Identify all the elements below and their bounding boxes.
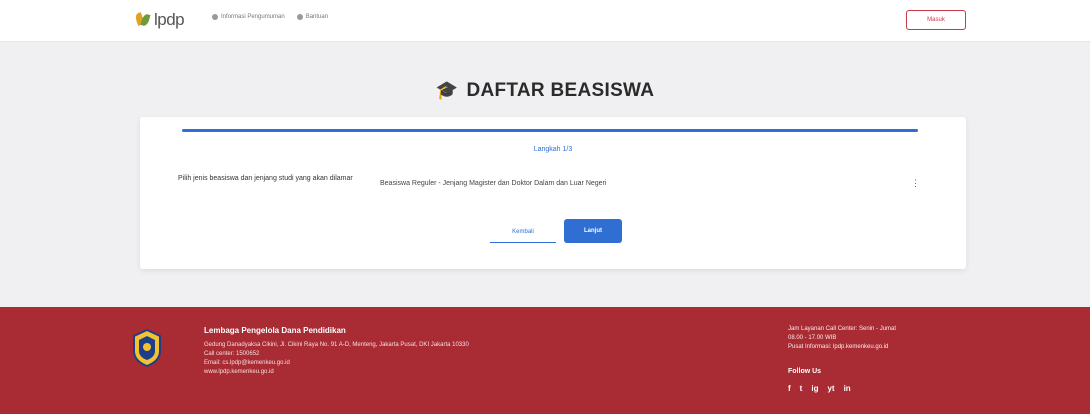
follow-us-label: Follow Us	[788, 368, 822, 375]
selected-value: Beasiswa Reguler - Jenjang Magister dan …	[380, 179, 607, 187]
info-icon	[212, 14, 218, 20]
footer-address-line: Call center: 1500652	[204, 351, 260, 357]
nav-link-help[interactable]: Bantuan	[296, 14, 329, 20]
scholarship-type-label: Pilih jenis beasiswa dan jenjang studi y…	[178, 175, 353, 182]
scholarship-type-select[interactable]: Beasiswa Reguler - Jenjang Magister dan …	[372, 173, 928, 193]
footer-address-line[interactable]: Email: cs.lpdp@kemenkeu.go.id	[204, 359, 469, 368]
progress-bar-fill	[182, 129, 918, 132]
top-navbar: lpdp Informasi Pengumuman Bantuan Masuk	[0, 0, 1090, 42]
youtube-icon[interactable]: yt	[827, 384, 834, 393]
logo-text: lpdp	[154, 10, 185, 29]
instagram-icon[interactable]: ig	[811, 384, 818, 393]
help-icon	[296, 14, 303, 20]
social-links: f t ig yt in	[788, 384, 851, 393]
login-button[interactable]: Masuk	[906, 10, 966, 30]
leaf-logo-icon	[134, 11, 152, 29]
nav-link-label: Informasi Pengumuman	[221, 14, 285, 20]
nav-link-info[interactable]: Informasi Pengumuman	[212, 14, 285, 20]
graduation-cap-icon: 🎓	[435, 80, 459, 100]
page-title-text: DAFTAR BEASISWA	[466, 80, 655, 101]
footer-contact-line: Jam Layanan Call Center: Senin - Jumat	[788, 326, 897, 332]
footer-contact-line: 08.00 - 17.00 WIB	[788, 335, 837, 341]
footer-org-name: Lembaga Pengelola Dana Pendidikan	[204, 326, 346, 335]
page-title: 🎓 DAFTAR BEASISWA	[0, 80, 1090, 102]
linkedin-icon[interactable]: in	[844, 384, 851, 393]
next-button[interactable]: Lanjut	[564, 219, 622, 243]
footer-address-line[interactable]: www.lpdp.kemenkeu.go.id	[204, 368, 469, 377]
lpdp-logo[interactable]: lpdp	[134, 10, 185, 30]
nav-links: Informasi Pengumuman Bantuan	[212, 14, 328, 20]
facebook-icon[interactable]: f	[788, 384, 791, 393]
footer-address: Gedung Danadyaksa Cikini, Jl. Cikini Ray…	[204, 341, 469, 377]
back-button[interactable]: Kembali	[490, 221, 556, 243]
footer: Lembaga Pengelola Dana Pendidikan Gedung…	[0, 307, 1090, 414]
step-label: Langkah 1/3	[533, 146, 573, 153]
footer-contact: Jam Layanan Call Center: Senin - Jumat 0…	[788, 325, 896, 352]
footer-contact-line[interactable]: Pusat Informasi: lpdp.kemenkeu.go.id	[788, 343, 896, 352]
chevron-down-icon: ⋮	[911, 178, 920, 188]
progress-bar	[182, 129, 918, 132]
kemenkeu-emblem-icon	[133, 329, 161, 367]
registration-card: Langkah 1/3 Pilih jenis beasiswa dan jen…	[140, 117, 966, 269]
nav-link-label: Bantuan	[305, 14, 329, 20]
footer-address-line: Gedung Danadyaksa Cikini, Jl. Cikini Ray…	[204, 342, 469, 348]
twitter-icon[interactable]: t	[800, 384, 803, 393]
